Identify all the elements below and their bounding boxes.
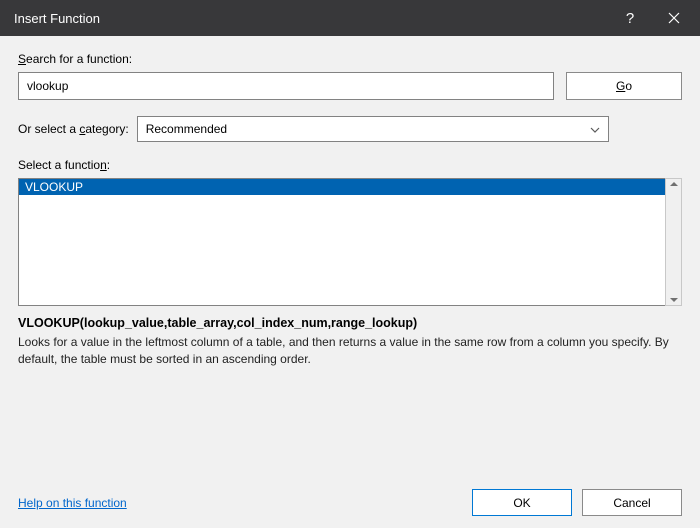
listbox-scrollbar[interactable]: [665, 178, 682, 306]
function-listbox[interactable]: VLOOKUP: [18, 178, 665, 306]
ok-button[interactable]: OK: [472, 489, 572, 516]
category-label: Or select a category:: [18, 122, 129, 136]
close-icon: [668, 12, 680, 24]
help-button[interactable]: ?: [608, 0, 652, 36]
category-selected-value: Recommended: [146, 122, 227, 136]
function-signature: VLOOKUP(lookup_value,table_array,col_ind…: [18, 316, 682, 330]
search-row: Go: [18, 72, 682, 100]
search-input[interactable]: [18, 72, 554, 100]
help-icon: ?: [626, 10, 634, 27]
search-label: Search for a function:: [18, 52, 682, 66]
scroll-up-icon: [670, 182, 678, 186]
category-row: Or select a category: Recommended: [18, 116, 682, 142]
function-description: Looks for a value in the leftmost column…: [18, 334, 682, 369]
go-button[interactable]: Go: [566, 72, 682, 100]
scroll-down-icon: [670, 298, 678, 302]
list-item[interactable]: VLOOKUP: [19, 179, 665, 195]
window-title: Insert Function: [14, 11, 608, 26]
help-link[interactable]: Help on this function: [18, 496, 462, 510]
chevron-down-icon: [590, 122, 600, 136]
category-select[interactable]: Recommended: [137, 116, 609, 142]
function-listbox-wrap: VLOOKUP: [18, 178, 682, 306]
select-function-label: Select a function:: [18, 158, 682, 172]
dialog-content: Search for a function: Go Or select a ca…: [0, 36, 700, 528]
spacer: [18, 375, 682, 477]
cancel-button[interactable]: Cancel: [582, 489, 682, 516]
dialog-footer: Help on this function OK Cancel: [18, 477, 682, 516]
titlebar: Insert Function ?: [0, 0, 700, 36]
close-button[interactable]: [652, 0, 696, 36]
